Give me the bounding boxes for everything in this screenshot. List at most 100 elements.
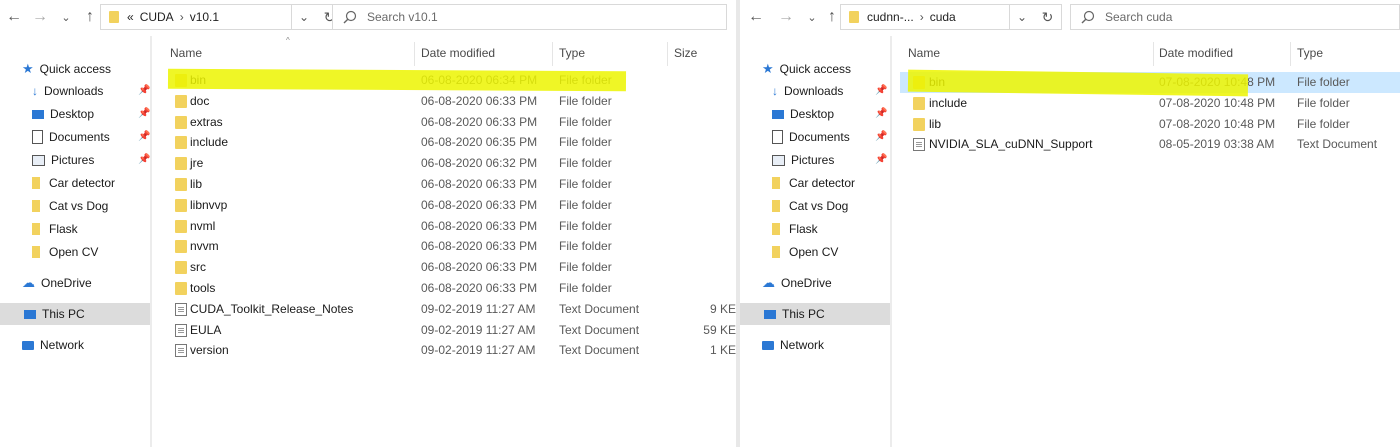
nav-network[interactable]: Network <box>762 334 824 356</box>
file-row[interactable]: doc 06-08-2020 06:33 PM File folder <box>160 91 736 112</box>
folder-icon <box>772 177 780 189</box>
file-row[interactable]: tools 06-08-2020 06:33 PM File folder <box>160 278 736 299</box>
file-row[interactable]: CUDA_Toolkit_Release_Notes 09-02-2019 11:… <box>160 299 736 320</box>
address-dropdown-button[interactable]: ⌄ <box>1009 4 1035 30</box>
nav-downloads[interactable]: ↓ Downloads <box>772 80 843 102</box>
chevron-right-icon[interactable]: › <box>920 10 924 24</box>
nav-quick-access[interactable]: ★ Quick access <box>22 58 111 80</box>
column-header-date[interactable]: Date modified <box>1159 42 1233 64</box>
nav-label: Documents <box>789 130 850 144</box>
column-divider[interactable] <box>552 42 553 66</box>
nav-label: Network <box>40 338 85 352</box>
nav-documents[interactable]: Documents <box>772 126 850 148</box>
file-row[interactable]: NVIDIA_SLA_cuDNN_Support 08-05-2019 03:38… <box>900 134 1400 155</box>
nav-onedrive[interactable]: ☁ OneDrive <box>762 272 832 294</box>
address-bar[interactable]: « CUDA › v10.1 <box>100 4 292 30</box>
column-header-date[interactable]: Date modified <box>421 42 495 64</box>
search-input[interactable] <box>1103 9 1370 25</box>
nav-open-cv[interactable]: Open CV <box>32 241 98 263</box>
file-row[interactable]: nvvm 06-08-2020 06:33 PM File folder <box>160 236 736 257</box>
column-divider[interactable] <box>414 42 415 66</box>
file-row[interactable]: src 06-08-2020 06:33 PM File folder <box>160 257 736 278</box>
breadcrumb-v10-1[interactable]: v10.1 <box>190 10 219 24</box>
chevron-right-icon[interactable]: › <box>180 10 184 24</box>
nav-label: Downloads <box>784 84 844 98</box>
search-box[interactable] <box>1070 4 1400 30</box>
pane-divider[interactable] <box>150 36 152 447</box>
file-row[interactable]: include 07-08-2020 10:48 PM File folder <box>900 93 1400 114</box>
search-input[interactable] <box>365 9 684 25</box>
file-date-modified: 06-08-2020 06:33 PM <box>421 197 538 212</box>
forward-button[interactable]: → <box>30 4 50 30</box>
nav-cat-vs-dog[interactable]: Cat vs Dog <box>32 195 108 217</box>
file-row[interactable]: EULA 09-02-2019 11:27 AM Text Document 59 K… <box>160 320 736 341</box>
refresh-button[interactable]: ↻ <box>1034 4 1062 30</box>
nav-label: Desktop <box>790 107 835 121</box>
nav-pictures[interactable]: Pictures <box>32 149 94 171</box>
up-button[interactable]: ↑ <box>80 4 100 30</box>
nav-pictures[interactable]: Pictures <box>772 149 834 171</box>
recent-locations-button[interactable]: ⌄ <box>56 4 76 30</box>
column-divider[interactable] <box>1153 42 1154 66</box>
desktop-icon <box>32 109 44 119</box>
file-size <box>670 132 736 153</box>
file-row[interactable]: jre 06-08-2020 06:32 PM File folder <box>160 153 736 174</box>
nav-open-cv[interactable]: Open CV <box>772 241 838 263</box>
nav-documents[interactable]: Documents <box>32 126 110 148</box>
column-header-type[interactable]: Type <box>1297 42 1323 64</box>
nav-downloads[interactable]: ↓ Downloads <box>32 80 103 102</box>
file-row[interactable]: version 09-02-2019 11:27 AM Text Document 1… <box>160 340 736 361</box>
breadcrumb-cuda[interactable]: CUDA <box>140 10 174 24</box>
nav-label: OneDrive <box>781 276 832 290</box>
file-row[interactable]: extras 06-08-2020 06:33 PM File folder <box>160 112 736 133</box>
nav-flask[interactable]: Flask <box>32 218 78 240</box>
breadcrumb-cuda[interactable]: cuda <box>930 10 956 24</box>
file-row[interactable]: lib 07-08-2020 10:48 PM File folder <box>900 114 1400 135</box>
file-date-modified: 06-08-2020 06:33 PM <box>421 239 538 254</box>
file-type: File folder <box>559 197 612 212</box>
search-box[interactable] <box>332 4 727 30</box>
file-row[interactable]: lib 06-08-2020 06:33 PM File folder <box>160 174 736 195</box>
file-name: src <box>190 260 206 275</box>
column-header-size[interactable]: Size <box>674 42 697 64</box>
nav-label: Car detector <box>789 176 856 190</box>
file-row[interactable]: nvml 06-08-2020 06:33 PM File folder <box>160 216 736 237</box>
pane-divider[interactable] <box>890 36 892 447</box>
forward-button[interactable]: → <box>776 4 796 30</box>
nav-this-pc[interactable]: This PC <box>740 303 890 325</box>
file-type: File folder <box>1297 116 1350 131</box>
column-header-name[interactable]: Name <box>170 42 202 64</box>
nav-quick-access[interactable]: ★ Quick access <box>762 58 851 80</box>
documents-icon <box>772 130 783 144</box>
file-type: Text Document <box>559 301 640 316</box>
column-header-type[interactable]: Type <box>559 42 585 64</box>
column-header-name[interactable]: Name <box>908 42 940 64</box>
file-name: lib <box>190 177 203 191</box>
back-button[interactable]: ← <box>746 4 766 30</box>
nav-car-detector[interactable]: Car detector <box>32 172 115 194</box>
column-divider[interactable] <box>1290 42 1291 66</box>
nav-onedrive[interactable]: ☁ OneDrive <box>22 272 92 294</box>
file-name: doc <box>190 93 210 108</box>
nav-label: Documents <box>49 130 110 144</box>
nav-flask[interactable]: Flask <box>772 218 818 240</box>
nav-network[interactable]: Network <box>22 334 84 356</box>
cloud-icon: ☁ <box>22 275 35 290</box>
address-bar[interactable]: cudnn-... › cuda <box>840 4 1010 30</box>
nav-desktop[interactable]: Desktop <box>32 103 94 125</box>
address-dropdown-button[interactable]: ⌄ <box>291 4 317 30</box>
nav-car-detector[interactable]: Car detector <box>772 172 855 194</box>
search-icon <box>1081 10 1095 24</box>
file-size <box>670 236 736 257</box>
breadcrumb-overflow[interactable]: « <box>127 10 134 24</box>
file-row[interactable]: libnvvp 06-08-2020 06:33 PM File folder <box>160 195 736 216</box>
column-divider[interactable] <box>667 42 668 66</box>
nav-cat-vs-dog[interactable]: Cat vs Dog <box>772 195 848 217</box>
back-button[interactable]: ← <box>4 4 24 30</box>
file-row[interactable]: include 06-08-2020 06:35 PM File folder <box>160 132 736 153</box>
nav-this-pc[interactable]: This PC <box>0 303 150 325</box>
up-button[interactable]: ↑ <box>822 4 842 30</box>
nav-desktop[interactable]: Desktop <box>772 103 834 125</box>
breadcrumb-cudnn[interactable]: cudnn-... <box>867 10 914 24</box>
recent-locations-button[interactable]: ⌄ <box>802 4 822 30</box>
